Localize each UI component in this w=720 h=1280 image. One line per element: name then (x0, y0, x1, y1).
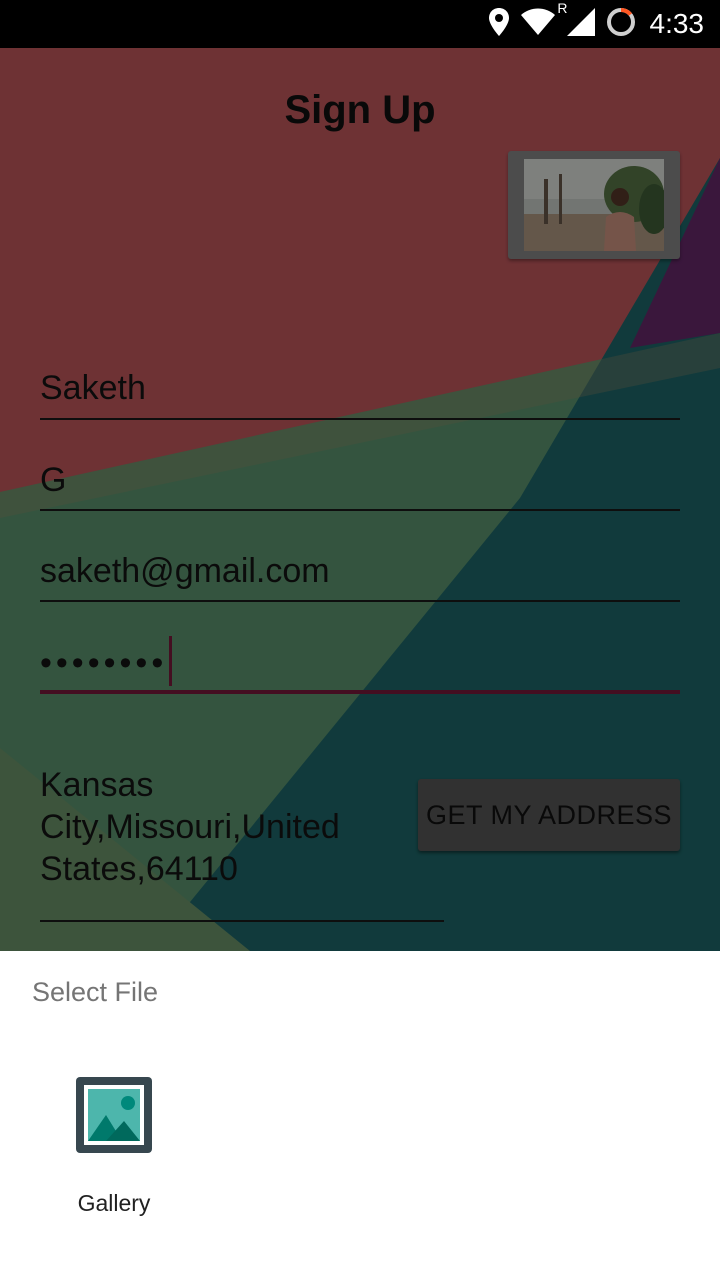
profile-photo (524, 159, 664, 251)
gallery-option[interactable]: Gallery (54, 1077, 174, 1227)
email-underline (40, 600, 680, 602)
first-name-value: Saketh (40, 369, 146, 407)
email-field[interactable]: saketh@gmail.com (40, 549, 680, 602)
sheet-title: Select File (32, 977, 159, 1007)
status-bar: R 4:33 (0, 0, 720, 48)
signup-screen: Sign Up Saketh G saketh@gmail.com ••••••… (0, 48, 720, 951)
last-name-value: G (40, 461, 67, 499)
gallery-icon (76, 1077, 152, 1153)
last-name-field[interactable]: G (40, 458, 680, 511)
roaming-indicator: R (557, 0, 568, 16)
status-icons: R 4:33 (488, 0, 705, 48)
text-cursor (169, 636, 173, 686)
gallery-label: Gallery (77, 1190, 151, 1216)
first-name-field[interactable]: Saketh (40, 366, 680, 420)
select-file-sheet: Select File Gallery (0, 951, 720, 1280)
email-value: saketh@gmail.com (40, 552, 330, 590)
last-name-underline (40, 509, 680, 511)
battery-icon (606, 7, 636, 41)
location-icon (488, 7, 510, 41)
page-title: Sign Up (284, 88, 436, 132)
get-my-address-button[interactable]: GET MY ADDRESS (418, 779, 680, 851)
password-field[interactable]: •••••••• (40, 636, 680, 694)
address-underline (40, 920, 444, 922)
password-value: •••••••• (40, 643, 168, 682)
wifi-icon: R (520, 0, 568, 40)
profile-image-button[interactable] (508, 151, 680, 259)
first-name-underline (40, 418, 680, 420)
signal-icon (566, 7, 596, 41)
password-underline (40, 690, 680, 694)
address-field[interactable]: Kansas City,Missouri,United States,64110 (40, 764, 420, 890)
status-time: 4:33 (649, 8, 705, 39)
